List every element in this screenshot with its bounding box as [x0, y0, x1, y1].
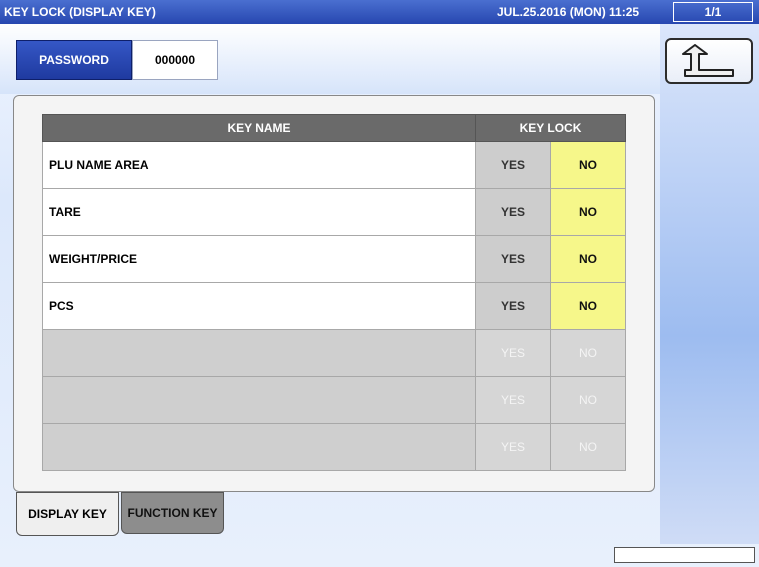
key-name-header: KEY NAME — [42, 114, 476, 142]
table-row: YES NO — [42, 376, 626, 424]
title-bar: KEY LOCK (DISPLAY KEY) JUL.25.2016 (MON)… — [0, 0, 759, 24]
no-button: NO — [550, 423, 626, 471]
no-button[interactable]: NO — [550, 235, 626, 283]
password-label: PASSWORD — [16, 40, 132, 80]
no-button: NO — [550, 329, 626, 377]
key-name-cell — [42, 423, 476, 471]
window-title: KEY LOCK (DISPLAY KEY) — [4, 5, 156, 19]
key-name-cell — [42, 376, 476, 424]
yes-button: YES — [475, 423, 551, 471]
table-row: TARE YES NO — [42, 188, 626, 236]
table-row: WEIGHT/PRICE YES NO — [42, 235, 626, 283]
date-time: JUL.25.2016 (MON) 11:25 — [497, 5, 640, 19]
table-row: PCS YES NO — [42, 282, 626, 330]
table-row: PLU NAME AREA YES NO — [42, 141, 626, 189]
key-name-cell: TARE — [42, 188, 476, 236]
key-name-cell — [42, 329, 476, 377]
return-arrow-icon — [682, 44, 734, 77]
key-lock-table: KEY NAME KEY LOCK PLU NAME AREA YES NO T… — [42, 114, 626, 471]
key-lock-header: KEY LOCK — [475, 114, 626, 142]
key-name-cell: WEIGHT/PRICE — [42, 235, 476, 283]
no-button[interactable]: NO — [550, 282, 626, 330]
yes-button: YES — [475, 376, 551, 424]
no-button[interactable]: NO — [550, 188, 626, 236]
status-box — [614, 547, 755, 563]
password-field[interactable]: 000000 — [132, 40, 218, 80]
table-row: YES NO — [42, 329, 626, 377]
yes-button[interactable]: YES — [475, 235, 551, 283]
sidebar-background — [660, 24, 759, 544]
no-button: NO — [550, 376, 626, 424]
key-name-cell: PLU NAME AREA — [42, 141, 476, 189]
key-name-cell: PCS — [42, 282, 476, 330]
key-lock-panel: KEY NAME KEY LOCK PLU NAME AREA YES NO T… — [13, 95, 655, 492]
yes-button[interactable]: YES — [475, 282, 551, 330]
table-row: YES NO — [42, 423, 626, 471]
yes-button: YES — [475, 329, 551, 377]
tab-function-key[interactable]: FUNCTION KEY — [121, 492, 224, 534]
page-indicator: 1/1 — [673, 2, 753, 22]
yes-button[interactable]: YES — [475, 188, 551, 236]
no-button[interactable]: NO — [550, 141, 626, 189]
yes-button[interactable]: YES — [475, 141, 551, 189]
back-button[interactable] — [665, 38, 753, 84]
tab-display-key[interactable]: DISPLAY KEY — [16, 492, 119, 536]
